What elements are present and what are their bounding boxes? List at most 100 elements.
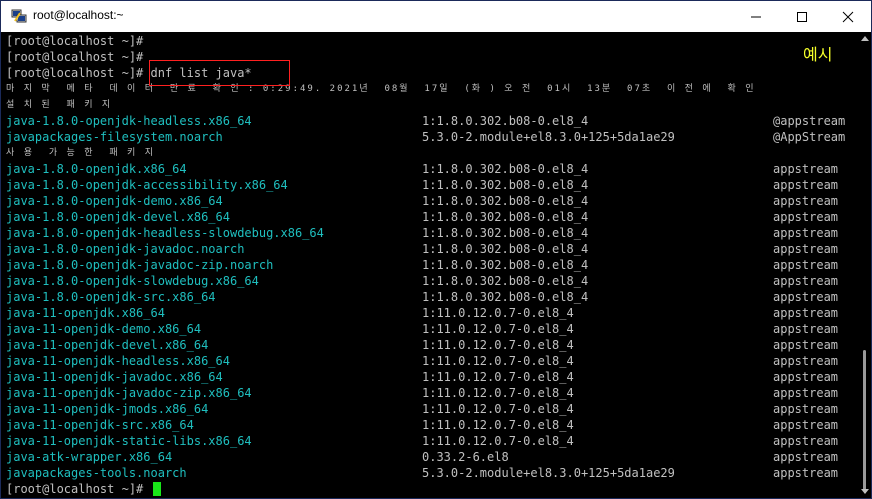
package-row: java-1.8.0-openjdk-javadoc-zip.noarch 1:1… (6, 257, 859, 273)
package-row: java-1.8.0-openjdk-javadoc.noarch 1:1.8.0… (6, 241, 859, 257)
package-name: java-11-openjdk.x86_64 (6, 306, 165, 320)
command-highlight-box (149, 60, 290, 86)
package-name: java-1.8.0-openjdk-src.x86_64 (6, 290, 216, 304)
package-row: java-atk-wrapper.x86_64 0.33.2-6.el8 appst… (6, 449, 859, 465)
package-repo: appstream (773, 338, 839, 352)
package-name: java-1.8.0-openjdk-slowdebug.x86_64 (6, 274, 259, 288)
package-version: 1:1.8.0.302.b08-0.el8_4 (422, 290, 589, 304)
package-version: 1:1.8.0.302.b08-0.el8_4 (422, 194, 589, 208)
package-repo: appstream (773, 178, 839, 192)
package-row: java-1.8.0-openjdk-accessibility.x86_64 1… (6, 177, 859, 193)
command-prompt: [root@localhost ~]# (6, 66, 151, 80)
package-row: java-11-openjdk-static-libs.x86_64 1:11.0… (6, 433, 859, 449)
package-repo: appstream (773, 386, 839, 400)
package-name: java-atk-wrapper.x86_64 (6, 450, 173, 464)
package-row: java-1.8.0-openjdk.x86_64 1:1.8.0.302.b08… (6, 161, 859, 177)
prompt-line: [root@localhost ~]# (6, 34, 144, 48)
available-header: 사 용 가 능 한 패 키 지 (6, 148, 156, 158)
package-version: 1:1.8.0.302.b08-0.el8_4 (422, 210, 589, 224)
terminal-output[interactable]: [root@localhost ~]# [root@localhost ~]# … (1, 32, 859, 498)
package-repo: appstream (773, 210, 839, 224)
package-row: java-1.8.0-openjdk-headless-slowdebug.x8… (6, 225, 859, 241)
available-list: java-1.8.0-openjdk.x86_64 1:1.8.0.302.b08… (6, 161, 859, 481)
package-repo: appstream (773, 258, 839, 272)
package-row: java-11-openjdk-javadoc-zip.x86_64 1:11.0… (6, 385, 859, 401)
installed-list: java-1.8.0-openjdk-headless.x86_64 1:1.8.… (6, 113, 859, 145)
package-repo: appstream (773, 418, 839, 432)
package-name: java-1.8.0-openjdk-devel.x86_64 (6, 210, 230, 224)
package-name: java-1.8.0-openjdk-javadoc.noarch (6, 242, 245, 256)
package-version: 1:1.8.0.302.b08-0.el8_4 (422, 114, 589, 128)
package-repo: appstream (773, 434, 839, 448)
example-annotation: 예시 (803, 45, 833, 64)
package-version: 5.3.0-2.module+el8.3.0+125+5da1ae29 (422, 466, 675, 480)
package-name: javapackages-filesystem.noarch (6, 130, 223, 144)
package-name: java-1.8.0-openjdk-javadoc-zip.noarch (6, 258, 274, 272)
package-repo: appstream (773, 194, 839, 208)
command-line: [root@localhost ~]# dnf list java* (6, 65, 859, 81)
package-row: java-11-openjdk-headless.x86_64 1:11.0.12… (6, 353, 859, 369)
package-row: java-11-openjdk-demo.x86_64 1:11.0.12.0.7… (6, 321, 859, 337)
final-prompt-line[interactable]: [root@localhost ~]# (6, 481, 859, 497)
final-prompt: [root@localhost ~]# (6, 482, 151, 496)
package-version: 0.33.2-6.el8 (422, 450, 509, 464)
minimize-button[interactable] (733, 1, 779, 32)
package-version: 1:1.8.0.302.b08-0.el8_4 (422, 178, 589, 192)
maximize-icon (797, 11, 807, 22)
package-repo: @appstream (773, 114, 846, 128)
package-repo: appstream (773, 354, 839, 368)
package-version: 1:1.8.0.302.b08-0.el8_4 (422, 242, 589, 256)
package-repo: appstream (773, 322, 839, 336)
package-repo: appstream (773, 226, 839, 240)
package-repo: appstream (773, 370, 839, 384)
package-row: java-11-openjdk-javadoc.x86_64 1:11.0.12.… (6, 369, 859, 385)
package-row: java-1.8.0-openjdk-devel.x86_64 1:1.8.0.3… (6, 209, 859, 225)
putty-icon (11, 9, 27, 23)
package-repo: appstream (773, 402, 839, 416)
package-version: 1:1.8.0.302.b08-0.el8_4 (422, 162, 589, 176)
package-name: java-11-openjdk-devel.x86_64 (6, 338, 209, 352)
package-repo: @AppStream (773, 130, 846, 144)
close-icon (842, 11, 854, 22)
window-title: root@localhost:~ (33, 8, 124, 22)
title-bar[interactable]: root@localhost:~ (1, 1, 871, 32)
package-repo: appstream (773, 306, 839, 320)
package-name: java-1.8.0-openjdk.x86_64 (6, 162, 187, 176)
close-button[interactable] (825, 1, 871, 32)
package-version: 1:11.0.12.0.7-0.el8_4 (422, 306, 574, 320)
installed-header: 설 치 된 패 키 지 (6, 100, 113, 110)
package-repo: appstream (773, 242, 839, 256)
maximize-button[interactable] (779, 1, 825, 32)
package-name: java-11-openjdk-src.x86_64 (6, 418, 194, 432)
minimize-icon (751, 16, 761, 17)
package-version: 1:11.0.12.0.7-0.el8_4 (422, 322, 574, 336)
package-repo: appstream (773, 466, 839, 480)
scroll-down-icon[interactable] (861, 489, 869, 494)
package-row: java-11-openjdk-devel.x86_64 1:11.0.12.0.… (6, 337, 859, 353)
scroll-up-icon[interactable] (861, 36, 869, 41)
metadata-line: 마 지 막 메 타 데 이 터 만 료 확 인 : 0:29:49. 2021년… (6, 84, 756, 94)
package-repo: appstream (773, 450, 839, 464)
package-name: java-11-openjdk-javadoc-zip.x86_64 (6, 386, 252, 400)
package-version: 1:1.8.0.302.b08-0.el8_4 (422, 226, 589, 240)
prompt-line: [root@localhost ~]# (6, 50, 144, 64)
package-row: javapackages-filesystem.noarch 5.3.0-2.mo… (6, 129, 859, 145)
package-version: 5.3.0-2.module+el8.3.0+125+5da1ae29 (422, 130, 675, 144)
package-row: java-1.8.0-openjdk-src.x86_64 1:1.8.0.302… (6, 289, 859, 305)
package-version: 1:1.8.0.302.b08-0.el8_4 (422, 274, 589, 288)
package-name: java-11-openjdk-javadoc.x86_64 (6, 370, 223, 384)
scroll-thumb[interactable] (863, 350, 866, 490)
package-name: java-11-openjdk-headless.x86_64 (6, 354, 230, 368)
package-repo: appstream (773, 162, 839, 176)
terminal-window: root@localhost:~ [root@localhost ~]# [ro… (0, 0, 872, 499)
package-name: javapackages-tools.noarch (6, 466, 187, 480)
package-version: 1:11.0.12.0.7-0.el8_4 (422, 434, 574, 448)
package-row: javapackages-tools.noarch 5.3.0-2.module+… (6, 465, 859, 481)
vertical-scrollbar[interactable] (859, 32, 871, 498)
package-name: java-11-openjdk-jmods.x86_64 (6, 402, 209, 416)
package-name: java-1.8.0-openjdk-demo.x86_64 (6, 194, 223, 208)
package-row: java-11-openjdk-jmods.x86_64 1:11.0.12.0.… (6, 401, 859, 417)
package-repo: appstream (773, 274, 839, 288)
package-version: 1:11.0.12.0.7-0.el8_4 (422, 418, 574, 432)
package-name: java-1.8.0-openjdk-headless.x86_64 (6, 114, 252, 128)
